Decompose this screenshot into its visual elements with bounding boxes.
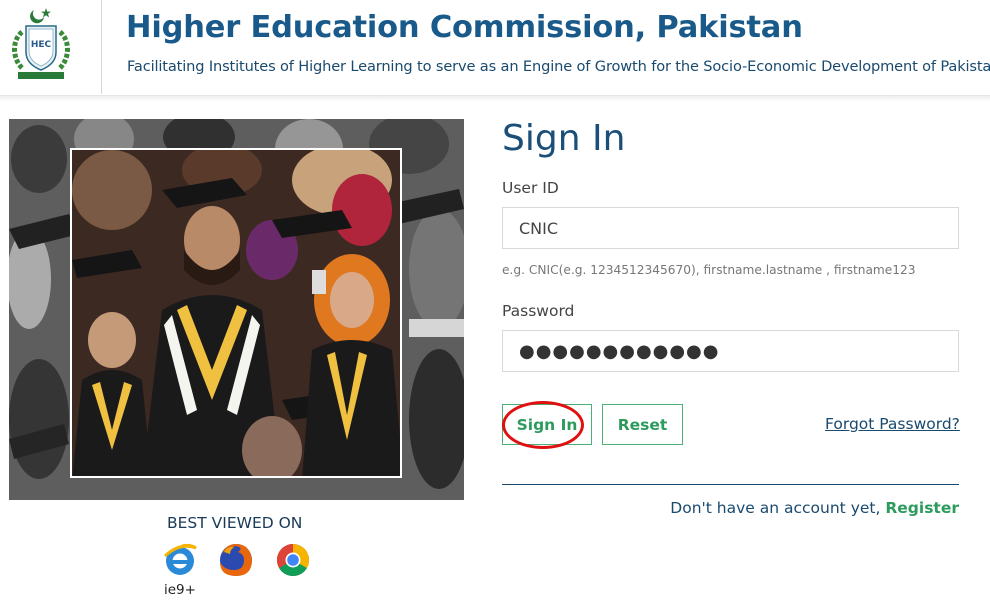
logo-text: HEC	[31, 40, 52, 50]
site-tagline: Facilitating Institutes of Higher Learni…	[127, 58, 990, 75]
hec-logo[interactable]: HEC	[6, 4, 76, 82]
register-link[interactable]: Register	[885, 499, 959, 517]
header-divider	[101, 0, 102, 94]
firefox-icon	[220, 544, 252, 576]
ie-icon	[163, 543, 197, 575]
password-label: Password	[502, 302, 575, 320]
graduates-photo-color	[72, 150, 400, 476]
user-id-hint: e.g. CNIC(e.g. 1234512345670), firstname…	[502, 263, 916, 277]
reset-button[interactable]: Reset	[602, 404, 683, 445]
ie-version-label: ie9+	[164, 582, 196, 598]
header-shadow	[0, 96, 990, 102]
signin-button[interactable]: Sign In	[502, 404, 592, 445]
register-prompt: Don't have an account yet,	[670, 499, 881, 517]
register-line: Don't have an account yet, Register	[670, 499, 959, 517]
password-value: ●●●●●●●●●●●●	[519, 340, 720, 362]
graduates-photo	[9, 119, 464, 500]
form-divider	[502, 484, 959, 485]
site-header: HEC Higher Education Commission, Pakista…	[0, 0, 990, 96]
password-input[interactable]: ●●●●●●●●●●●●	[502, 330, 959, 372]
user-id-label: User ID	[502, 179, 559, 197]
forgot-password-link[interactable]: Forgot Password?	[825, 415, 960, 433]
user-id-input[interactable]	[502, 207, 959, 249]
site-title: Higher Education Commission, Pakistan	[126, 10, 803, 45]
photo-frame	[70, 148, 402, 478]
chrome-icon	[276, 543, 310, 577]
best-viewed-heading: BEST VIEWED ON	[167, 514, 303, 532]
signin-title: Sign In	[502, 118, 626, 159]
